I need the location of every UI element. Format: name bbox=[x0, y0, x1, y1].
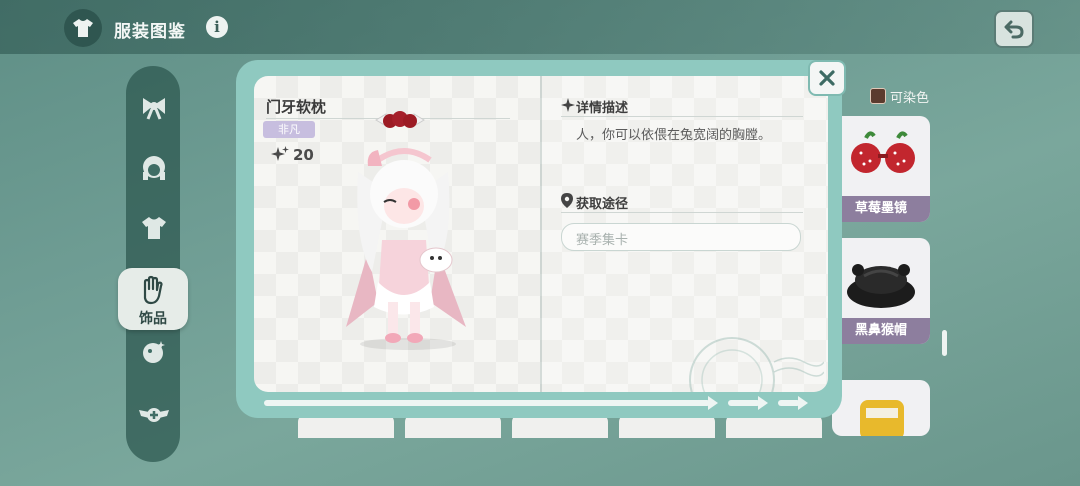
item-card[interactable]: 草莓墨镜 bbox=[832, 116, 930, 222]
category-wings[interactable] bbox=[136, 396, 172, 432]
top-bar: 服装图鉴 i bbox=[0, 0, 1080, 54]
postmark-stamp-icon bbox=[689, 337, 824, 392]
hand-accessory-icon bbox=[143, 275, 163, 305]
item-card[interactable]: 黑鼻猴帽 bbox=[832, 238, 930, 344]
top-icon bbox=[142, 217, 166, 239]
wings-badge-icon bbox=[139, 408, 169, 422]
divider bbox=[561, 116, 803, 117]
location-pin-icon bbox=[561, 193, 573, 208]
close-icon bbox=[819, 70, 835, 86]
strawberry-sunglasses-icon bbox=[851, 131, 915, 173]
description-text: 人，你可以依偎在兔宽阔的胸膛。 bbox=[576, 128, 772, 143]
source-button[interactable]: 赛季集卡 bbox=[561, 223, 801, 251]
bow-icon bbox=[143, 98, 165, 120]
category-bow[interactable] bbox=[136, 90, 172, 126]
rarity-badge: 非凡 bbox=[263, 121, 315, 138]
item-card-name: 草莓墨镜 bbox=[832, 196, 930, 222]
yellow-item-icon bbox=[860, 400, 904, 436]
dye-filter-label: 可染色 bbox=[890, 91, 930, 106]
arrow-head-icon bbox=[708, 396, 718, 410]
dye-filter-checkbox[interactable] bbox=[870, 88, 886, 104]
page-progress-arrow bbox=[264, 400, 710, 406]
black-monkey-hat-icon bbox=[847, 264, 915, 308]
divider bbox=[561, 212, 803, 213]
category-makeup[interactable] bbox=[136, 334, 172, 370]
shirt-icon bbox=[64, 9, 102, 47]
source-value: 赛季集卡 bbox=[576, 233, 629, 248]
arrow-head-icon bbox=[798, 396, 808, 410]
character-preview bbox=[346, 148, 466, 350]
page-progress-arrow bbox=[778, 400, 800, 406]
item-card[interactable] bbox=[832, 380, 930, 436]
back-button[interactable] bbox=[994, 10, 1034, 48]
close-button[interactable] bbox=[808, 60, 846, 96]
category-accessory[interactable]: 饰品 bbox=[118, 268, 188, 330]
page-progress-arrow bbox=[728, 400, 760, 406]
sparkle-icon bbox=[271, 146, 289, 161]
item-score: 20 bbox=[293, 146, 314, 164]
item-name: 门牙软枕 bbox=[266, 98, 327, 116]
category-top[interactable] bbox=[136, 210, 172, 246]
sparkle-icon bbox=[561, 98, 575, 112]
info-icon[interactable]: i bbox=[206, 16, 228, 38]
hair-icon bbox=[143, 156, 165, 180]
makeup-icon bbox=[143, 341, 165, 363]
arrow-head-icon bbox=[758, 396, 768, 410]
item-card-name: 黑鼻猴帽 bbox=[832, 318, 930, 344]
return-arrow-icon bbox=[1004, 20, 1024, 39]
description-title: 详情描述 bbox=[576, 101, 629, 116]
source-title: 获取途径 bbox=[576, 197, 629, 212]
category-hair[interactable] bbox=[136, 150, 172, 186]
page-title: 服装图鉴 bbox=[114, 22, 186, 42]
item-list-scrollbar[interactable] bbox=[942, 330, 947, 356]
category-accessory-label: 饰品 bbox=[139, 311, 167, 327]
